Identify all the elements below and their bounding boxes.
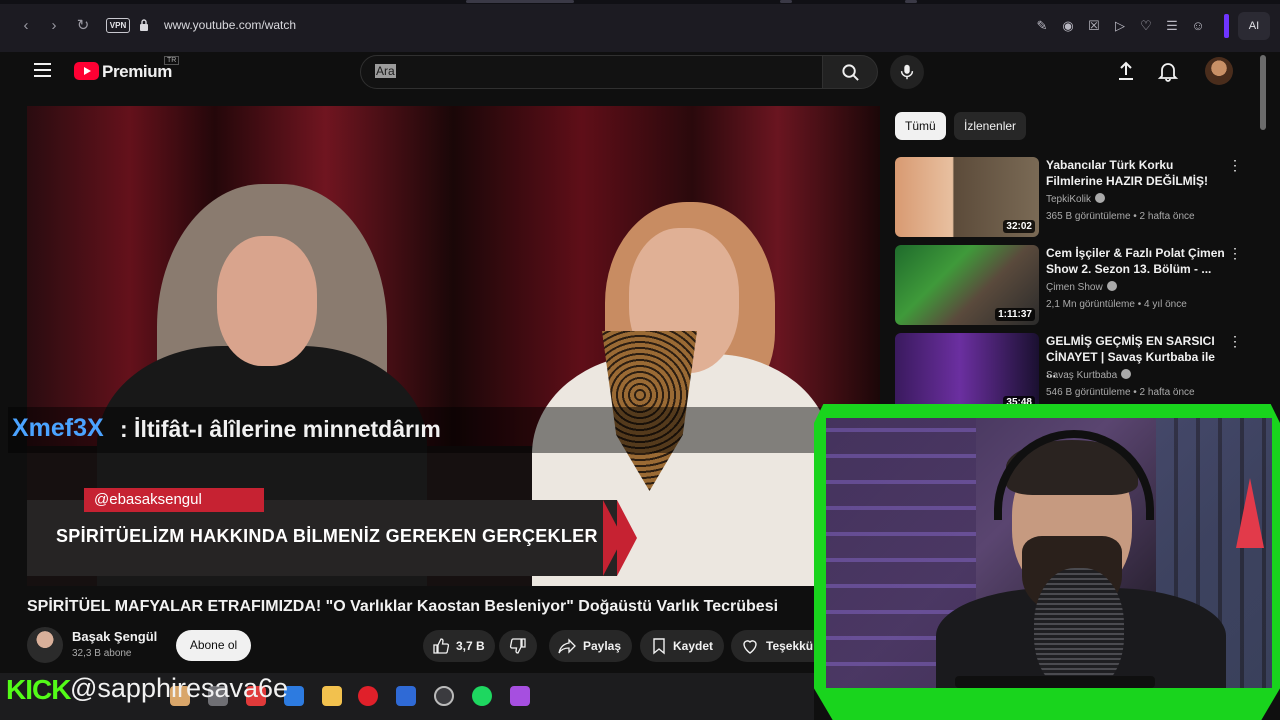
back-arrow-icon[interactable]: ‹ <box>16 16 36 36</box>
notifications-bell-icon[interactable] <box>1157 60 1179 82</box>
recommendation-title[interactable]: Yabancılar Türk Korku Filmlerine HAZIR D… <box>1046 157 1226 189</box>
recommendation-thumbnail[interactable]: 32:02 <box>895 157 1039 237</box>
mail-icon[interactable] <box>396 686 416 706</box>
lower-third-text: SPİRİTÜELİZM HAKKINDA BİLMENİZ GEREKEN G… <box>56 526 598 546</box>
save-button[interactable]: Kaydet <box>640 630 724 662</box>
recommendation-meta: 546 B görüntüleme • 2 hafta önce <box>1046 387 1195 398</box>
country-code: TR <box>164 56 180 65</box>
subscriber-count: 32,3 B abone <box>72 648 132 659</box>
webcam-frame-notch <box>955 676 1155 688</box>
verified-icon <box>1095 193 1106 203</box>
upload-icon[interactable] <box>1115 60 1137 82</box>
subscribe-button[interactable]: Abone ol <box>176 630 251 661</box>
like-button[interactable]: 3,7 B <box>423 630 495 662</box>
like-count: 3,7 B <box>456 639 485 653</box>
recommendation-channel[interactable]: TepkiKolik <box>1046 193 1106 205</box>
thumbs-down-icon <box>509 638 526 654</box>
verified-icon <box>1121 369 1132 379</box>
chip-all[interactable]: Tümü <box>895 112 946 140</box>
video-duration: 32:02 <box>1003 220 1035 233</box>
recommendation-title[interactable]: Cem İşçiler & Fazlı Polat Çimen Show 2. … <box>1046 245 1226 277</box>
list-icon[interactable]: ☰ <box>1164 17 1180 35</box>
video-title: SPİRİTÜEL MAFYALAR ETRAFIMIZDA! "O Varlı… <box>27 598 779 615</box>
forward-arrow-icon[interactable]: › <box>44 16 64 36</box>
logo-text[interactable]: Premium <box>102 62 172 82</box>
thumbs-up-icon <box>433 638 450 654</box>
super-thanks-icon <box>743 640 757 654</box>
webcam-feed <box>826 418 1272 688</box>
thanks-button[interactable]: Teşekkü <box>731 630 815 662</box>
video-duration: 1:11:37 <box>995 308 1035 321</box>
more-options-icon[interactable]: ⋮ <box>1228 333 1242 349</box>
channel-name[interactable]: Başak Şengül <box>72 629 157 644</box>
more-options-icon[interactable]: ⋮ <box>1228 157 1242 173</box>
share-icon <box>558 638 576 654</box>
recommendation-item[interactable]: 35:48 GELMİŞ GEÇMİŞ EN SARSICI CİNAYET |… <box>895 333 1265 415</box>
address-bar[interactable]: www.youtube.com/watch <box>164 18 296 32</box>
recommendation-channel[interactable]: Savaş Kurtbaba <box>1046 369 1132 381</box>
browser-tab[interactable] <box>905 0 917 3</box>
spotify-icon[interactable] <box>472 686 492 706</box>
search-input[interactable]: Ara <box>360 55 824 89</box>
lock-icon <box>140 19 148 31</box>
page-scrollbar[interactable] <box>1260 55 1266 130</box>
chat-username: Xmef3X <box>12 414 104 442</box>
account-avatar[interactable] <box>1205 57 1233 85</box>
opera-icon[interactable] <box>358 686 378 706</box>
bookmark-icon <box>653 638 665 655</box>
search-icon <box>842 64 859 81</box>
recommendation-channel[interactable]: Çimen Show <box>1046 281 1117 293</box>
microphone-icon <box>900 64 914 80</box>
kick-logo: KICK <box>6 674 71 705</box>
menu-icon[interactable] <box>34 63 51 77</box>
play-icon[interactable]: ▷ <box>1112 17 1128 35</box>
camera-icon[interactable]: ◉ <box>1060 17 1076 35</box>
profile-icon[interactable]: ☺ <box>1190 17 1206 35</box>
browser-tab-strip <box>0 0 1280 4</box>
recommendation-item[interactable]: 1:11:37 Cem İşçiler & Fazlı Polat Çimen … <box>895 245 1265 327</box>
recommendation-meta: 2,1 Mn görüntüleme • 4 yıl önce <box>1046 299 1187 310</box>
chat-message: : İltifât-ı âlîlerine minnetdârım <box>120 416 441 442</box>
voice-search-button[interactable] <box>890 55 924 89</box>
share-button[interactable]: Paylaş <box>549 630 632 662</box>
streamer-microphone <box>1034 568 1124 688</box>
lower-third-handle: @ebasaksengul <box>84 488 264 512</box>
taskbar-app-icon[interactable] <box>510 686 530 706</box>
recommendation-item[interactable]: 32:02 Yabancılar Türk Korku Filmlerine H… <box>895 157 1265 239</box>
ai-button[interactable]: AI <box>1238 12 1270 40</box>
dislike-button[interactable] <box>499 630 537 662</box>
browser-tab[interactable] <box>466 0 574 3</box>
sidebar-accent <box>1224 14 1229 38</box>
browser-tab[interactable] <box>780 0 792 3</box>
browser-toolbar: ‹ › ↻ VPN www.youtube.com/watch ✎ ◉ ☒ ▷ … <box>0 0 1280 52</box>
headset <box>994 430 1154 520</box>
thanks-label: Teşekkü <box>766 639 814 653</box>
stream-handle: @sapphiresava6e <box>70 673 289 703</box>
recommendation-meta: 365 B görüntüleme • 2 hafta önce <box>1046 211 1195 222</box>
verified-icon <box>1106 281 1117 291</box>
channel-avatar[interactable] <box>27 627 63 663</box>
adblock-icon[interactable]: ☒ <box>1086 17 1102 35</box>
save-label: Kaydet <box>673 639 714 653</box>
chip-watched[interactable]: İzlenenler <box>954 112 1027 140</box>
more-options-icon[interactable]: ⋮ <box>1228 245 1242 261</box>
search-button[interactable] <box>822 55 878 89</box>
lower-third-chevron <box>617 500 637 576</box>
recommendation-thumbnail[interactable]: 1:11:37 <box>895 245 1039 325</box>
vpn-badge[interactable]: VPN <box>106 18 130 33</box>
search-placeholder: Ara <box>375 64 396 78</box>
reload-icon[interactable]: ↻ <box>73 16 93 36</box>
youtube-logo-icon[interactable] <box>74 62 99 80</box>
heart-icon[interactable]: ♡ <box>1138 17 1154 35</box>
video-person-left-face <box>217 236 317 366</box>
recommendation-thumbnail[interactable]: 35:48 <box>895 333 1039 413</box>
share-label: Paylaş <box>583 639 622 653</box>
edit-icon[interactable]: ✎ <box>1034 17 1050 35</box>
obs-icon[interactable] <box>434 686 454 706</box>
youtube-header: Premium TR Ara <box>10 52 1264 92</box>
folder-icon[interactable] <box>322 686 342 706</box>
